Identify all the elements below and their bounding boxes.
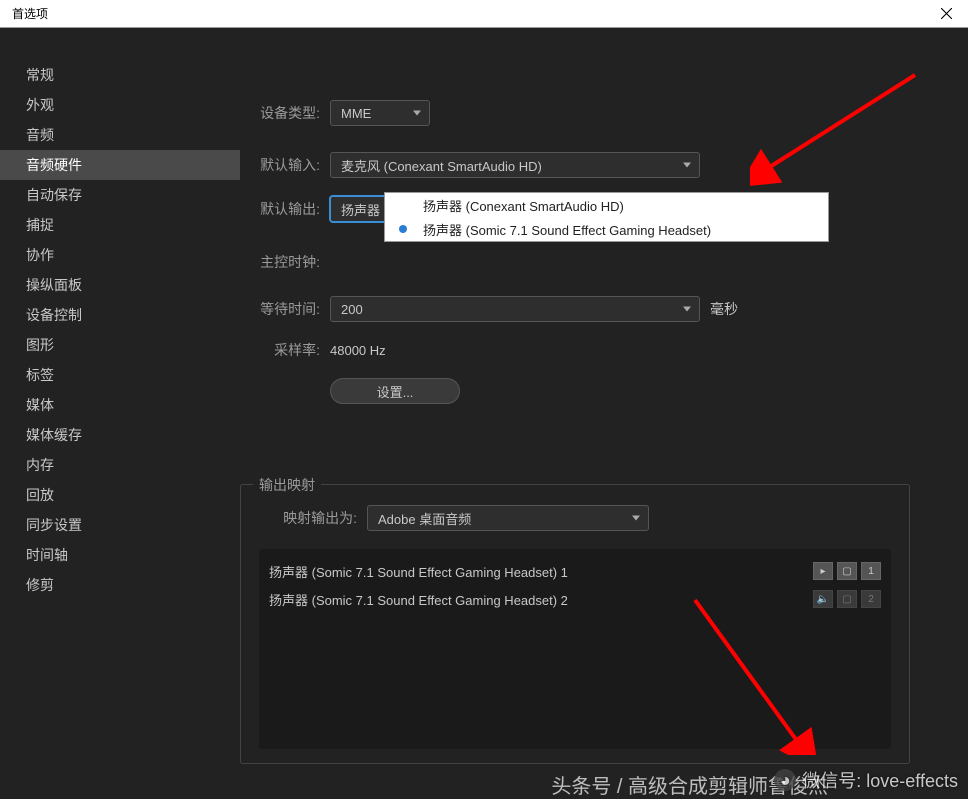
output-channel-buttons: ▸ ▢ 1 (813, 562, 881, 580)
content-panel: 设备类型: MME 默认输入: 麦克风 (Conexant SmartAudio… (240, 28, 968, 799)
output-mapping-fieldset: 输出映射 映射输出为: Adobe 桌面音频 扬声器 (Somic 7.1 So… (240, 484, 910, 764)
default-output-label: 默认输出: (240, 199, 320, 219)
sidebar-item-general[interactable]: 常规 (0, 60, 240, 90)
map-output-row: 映射输出为: Adobe 桌面音频 (259, 505, 891, 531)
sidebar-item-media-cache[interactable]: 媒体缓存 (0, 420, 240, 450)
chevron-down-icon (632, 516, 640, 521)
settings-button[interactable]: 设置... (330, 378, 460, 404)
sidebar-item-autosave[interactable]: 自动保存 (0, 180, 240, 210)
close-icon (941, 8, 952, 19)
dropdown-option[interactable]: 扬声器 (Conexant SmartAudio HD) (385, 193, 828, 217)
wechat-icon: ◕ (774, 769, 796, 791)
output-channel-row: 扬声器 (Somic 7.1 Sound Effect Gaming Heads… (269, 585, 881, 613)
master-clock-label: 主控时钟: (240, 252, 320, 272)
watermark: ◕ 微信号: love-effects (774, 767, 958, 793)
map-output-label: 映射输出为: (259, 508, 357, 528)
default-input-row: 默认输入: 麦克风 (Conexant SmartAudio HD) (240, 152, 910, 178)
latency-unit: 毫秒 (710, 299, 738, 319)
device-type-value: MME (341, 106, 371, 121)
default-input-label: 默认输入: (240, 155, 320, 175)
default-input-dropdown[interactable]: 麦克风 (Conexant SmartAudio HD) (330, 152, 700, 178)
chevron-down-icon (683, 307, 691, 312)
sample-rate-value: 48000 Hz (330, 343, 386, 358)
channel-number[interactable]: 2 (861, 590, 881, 608)
sidebar-item-audio[interactable]: 音频 (0, 120, 240, 150)
latency-row: 等待时间: 200 毫秒 (240, 296, 910, 322)
latency-value: 200 (341, 302, 363, 317)
sidebar-item-audio-hardware[interactable]: 音频硬件 (0, 150, 240, 180)
output-channel-label: 扬声器 (Somic 7.1 Sound Effect Gaming Heads… (269, 562, 813, 581)
sidebar-item-sync-settings[interactable]: 同步设置 (0, 510, 240, 540)
latency-label: 等待时间: (240, 299, 320, 319)
map-output-value: Adobe 桌面音频 (378, 509, 471, 528)
default-input-value: 麦克风 (Conexant SmartAudio HD) (341, 156, 542, 175)
sidebar-item-control-surface[interactable]: 操纵面板 (0, 270, 240, 300)
master-clock-row: 主控时钟: (240, 252, 910, 272)
sidebar-item-playback[interactable]: 回放 (0, 480, 240, 510)
main: 常规 外观 音频 音频硬件 自动保存 捕捉 协作 操纵面板 设备控制 图形 标签… (0, 28, 968, 799)
default-output-dropdown-menu: 扬声器 (Conexant SmartAudio HD) 扬声器 (Somic … (384, 192, 829, 242)
channel-number[interactable]: 1 (861, 562, 881, 580)
sidebar-item-graphics[interactable]: 图形 (0, 330, 240, 360)
sidebar-item-collaboration[interactable]: 协作 (0, 240, 240, 270)
device-type-row: 设备类型: MME (240, 100, 910, 126)
chevron-down-icon (683, 163, 691, 168)
titlebar: 首选项 (0, 0, 968, 28)
output-channel-row: 扬声器 (Somic 7.1 Sound Effect Gaming Heads… (269, 557, 881, 585)
device-type-label: 设备类型: (240, 103, 320, 123)
map-output-dropdown[interactable]: Adobe 桌面音频 (367, 505, 649, 531)
output-channel-label: 扬声器 (Somic 7.1 Sound Effect Gaming Heads… (269, 590, 813, 609)
sidebar-item-appearance[interactable]: 外观 (0, 90, 240, 120)
output-channel-buttons: 🔈 ▢ 2 (813, 590, 881, 608)
square-icon[interactable]: ▢ (837, 590, 857, 608)
sidebar-item-capture[interactable]: 捕捉 (0, 210, 240, 240)
sidebar-item-timeline[interactable]: 时间轴 (0, 540, 240, 570)
device-type-dropdown[interactable]: MME (330, 100, 430, 126)
sidebar-item-trim[interactable]: 修剪 (0, 570, 240, 600)
window-title: 首选项 (12, 5, 48, 22)
sidebar-item-media[interactable]: 媒体 (0, 390, 240, 420)
chevron-down-icon (413, 111, 421, 116)
sample-rate-row: 采样率: 48000 Hz (240, 340, 910, 360)
sidebar-item-labels[interactable]: 标签 (0, 360, 240, 390)
output-mapping-legend: 输出映射 (253, 475, 321, 495)
sidebar: 常规 外观 音频 音频硬件 自动保存 捕捉 协作 操纵面板 设备控制 图形 标签… (0, 28, 240, 799)
dropdown-option[interactable]: 扬声器 (Somic 7.1 Sound Effect Gaming Heads… (385, 217, 828, 241)
output-channel-list: 扬声器 (Somic 7.1 Sound Effect Gaming Heads… (259, 549, 891, 749)
sidebar-item-device-control[interactable]: 设备控制 (0, 300, 240, 330)
close-button[interactable] (932, 3, 960, 25)
square-icon[interactable]: ▢ (837, 562, 857, 580)
watermark-text: 微信号: love-effects (802, 767, 958, 793)
speaker-icon[interactable]: 🔈 (813, 590, 833, 608)
play-icon[interactable]: ▸ (813, 562, 833, 580)
latency-dropdown[interactable]: 200 (330, 296, 700, 322)
sample-rate-label: 采样率: (240, 340, 320, 360)
sidebar-item-memory[interactable]: 内存 (0, 450, 240, 480)
